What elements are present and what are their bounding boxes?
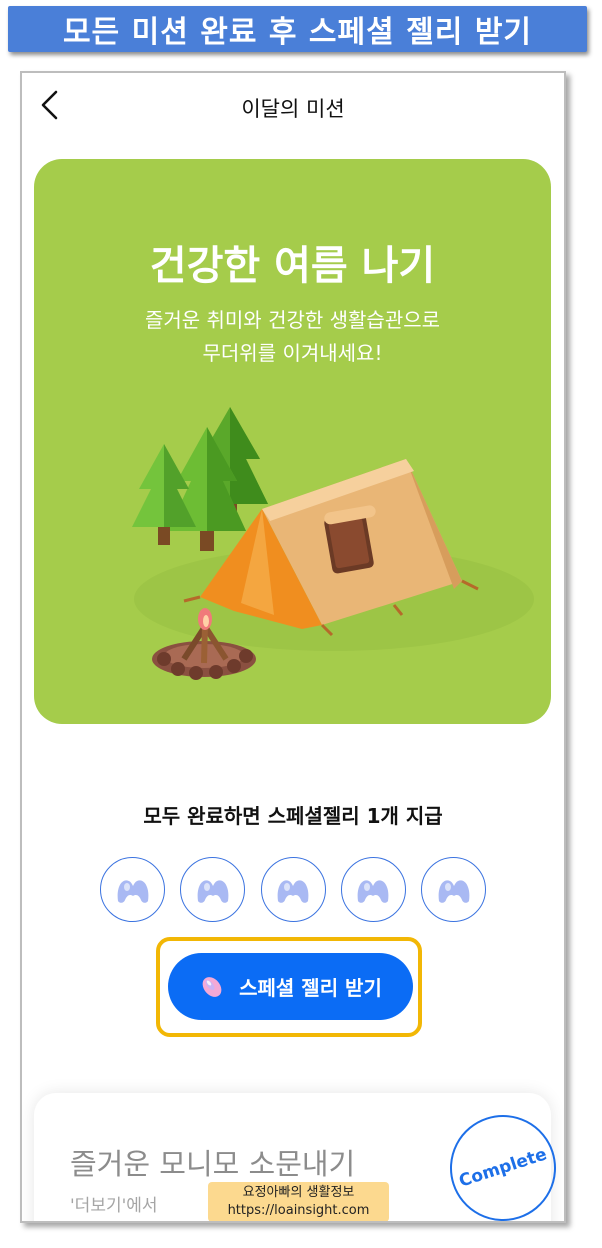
jelly-slots xyxy=(100,857,486,925)
watermark-line-2: https://loainsight.com xyxy=(227,1203,370,1218)
jelly-icon xyxy=(438,879,469,903)
reward-notice: 모두 완료하면 스페셜젤리 1개 지급 xyxy=(143,804,443,828)
special-jelly-icon xyxy=(202,976,222,997)
watermark-line-1: 요정아빠의 생활정보 xyxy=(242,1185,355,1200)
claim-special-jelly-button[interactable]: 스페셜 젤리 받기 xyxy=(168,953,413,1020)
camping-illustration xyxy=(132,407,534,680)
jelly-icon xyxy=(197,879,229,903)
mission-hero-card: 건강한 여름 나기 즐거운 취미와 건강한 생활습관으로 무더위를 이겨내세요! xyxy=(34,159,551,724)
nav-bar: 이달의 미션 xyxy=(22,73,564,143)
jelly-slot xyxy=(340,857,406,922)
page-title: 이달의 미션 xyxy=(241,97,345,121)
complete-stamp: Complete xyxy=(436,1101,564,1221)
jelly-icon xyxy=(277,879,309,903)
phone-screen: 이달의 미션 건강한 여름 나기 즐거운 취미와 건강한 생활습관으로 무더위를… xyxy=(20,71,566,1223)
jelly-icon xyxy=(117,879,148,903)
mission-description: '더보기'에서 xyxy=(70,1196,158,1216)
title-banner: 모든 미션 완료 후 스페셜 젤리 받기 xyxy=(8,6,587,52)
mission-title: 즐거운 모니모 소문내기 xyxy=(70,1147,356,1181)
jelly-slot xyxy=(100,857,165,922)
jelly-icon xyxy=(357,879,389,903)
claim-button-label: 스페셜 젤리 받기 xyxy=(239,976,382,1000)
jelly-slot xyxy=(421,857,486,922)
jelly-slot xyxy=(180,857,246,922)
jelly-slot xyxy=(260,857,326,922)
watermark: 요정아빠의 생활정보 https://loainsight.com xyxy=(208,1182,389,1221)
